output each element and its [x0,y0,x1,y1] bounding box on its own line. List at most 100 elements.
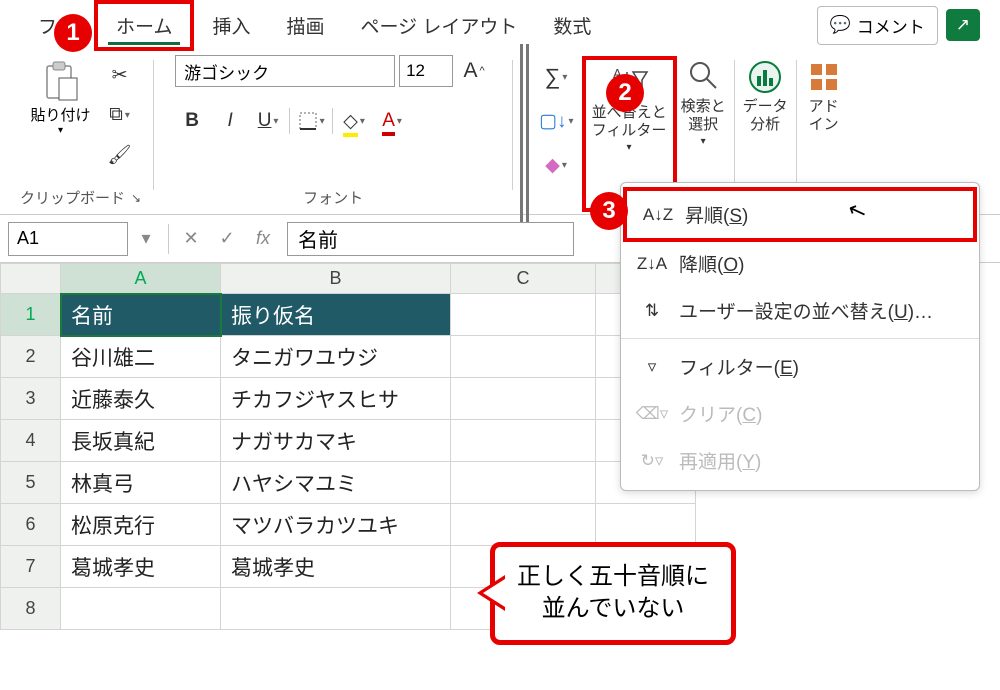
border-button[interactable]: ▾ [294,104,328,138]
cell-B6[interactable]: マツバラカツユキ [221,504,451,546]
row-head-8[interactable]: 8 [1,588,61,630]
cell-A7[interactable]: 葛城孝史 [61,546,221,588]
row-head-5[interactable]: 5 [1,462,61,504]
copy-icon: ⧉ [109,104,123,126]
cell-A4[interactable]: 長坂真紀 [61,420,221,462]
cell-C3[interactable] [451,378,596,420]
row-head-4[interactable]: 4 [1,420,61,462]
menu-pagelayout[interactable]: ページ レイアウト [342,4,535,47]
menu-item[interactable]: A↓Z 昇順(S) [623,187,977,242]
formula-input[interactable] [287,222,574,256]
row-head-3[interactable]: 3 [1,378,61,420]
cell-C4[interactable] [451,420,596,462]
menu-item[interactable]: ⇅ユーザー設定の並べ替え(U)… [621,287,979,334]
enter-button[interactable]: ✓ [209,222,245,256]
clear-button[interactable]: ◆▾ [539,148,573,182]
comment-icon: 💬 [830,15,851,35]
col-head-B[interactable]: B [221,264,451,294]
dialog-launcher-icon[interactable]: ↘ [131,191,141,205]
italic-button[interactable]: I [213,104,247,138]
increase-font-button[interactable]: A^ [457,54,491,88]
format-painter-button[interactable]: 🖌 [103,138,137,172]
menu-draw[interactable]: 描画 [268,4,342,47]
menu-item-icon: A↓Z [645,205,671,225]
font-color-button[interactable]: A ▾ [375,104,409,138]
chart-icon [746,58,784,96]
font-color-icon: A [382,110,395,132]
bucket-icon: ◇ [343,110,358,133]
comments-button[interactable]: 💬 コメント [817,6,938,45]
cell-A8[interactable] [61,588,221,630]
cell-B5[interactable]: ハヤシマユミ [221,462,451,504]
cell-B8[interactable] [221,588,451,630]
clipboard-paste-icon [41,60,81,104]
fill-down-icon: ▢↓ [539,110,566,133]
cell-B4[interactable]: ナガサカマキ [221,420,451,462]
eraser-icon: ◆ [545,154,560,177]
cell-A6[interactable]: 松原克行 [61,504,221,546]
font-name-select[interactable] [175,55,395,87]
cut-button[interactable]: ✂ [103,58,137,92]
font-size-select[interactable] [399,55,453,87]
ribbon-group-clipboard: 貼り付け ▾ ✂ ⧉▾ 🖌 クリップボード ↘ [12,54,149,212]
chevron-down-icon: ▾ [627,142,632,154]
cell-C1[interactable] [451,294,596,336]
cell-A1[interactable]: 名前 [61,294,221,336]
menu-item-icon: ↻▿ [639,451,665,471]
paste-button[interactable]: 貼り付け ▾ [25,54,97,142]
menu-item: ↻▿ 再適用(Y) [621,437,979,484]
menu-item-label: 昇順(S) [685,201,748,228]
autosum-button[interactable]: ∑▾ [539,60,573,94]
annotation-2: 2 [606,74,644,112]
menu-insert[interactable]: 挿入 [194,4,268,47]
addins-icon [805,58,843,96]
menu-item-label: ユーザー設定の並べ替え(U)… [679,297,933,324]
row-head-1[interactable]: 1 [1,294,61,336]
scissors-icon: ✂ [112,64,128,87]
row-head-6[interactable]: 6 [1,504,61,546]
cell-A3[interactable]: 近藤泰久 [61,378,221,420]
menu-item-label: フィルター(E) [679,353,799,380]
cell-A2[interactable]: 谷川雄二 [61,336,221,378]
col-head-C[interactable]: C [451,264,596,294]
menu-item-label: 降順(O) [679,250,744,277]
cell-J6[interactable] [596,504,696,546]
cancel-button[interactable]: ✕ [173,222,209,256]
cell-C2[interactable] [451,336,596,378]
search-icon [686,58,720,96]
underline-button[interactable]: U▾ [251,104,285,138]
cell-B3[interactable]: チカフジヤスヒサ [221,378,451,420]
fill-button[interactable]: ▢↓▾ [539,104,573,138]
menu-item[interactable]: ▿ フィルター(E) [621,343,979,390]
copy-button[interactable]: ⧉▾ [103,98,137,132]
menu-home[interactable]: ホーム [94,0,194,51]
cell-A5[interactable]: 林真弓 [61,462,221,504]
bold-button[interactable]: B [175,104,209,138]
menu-item-icon: ▿ [639,357,665,377]
sigma-icon: ∑ [545,64,561,90]
cell-B2[interactable]: タニガワユウジ [221,336,451,378]
menu-item[interactable]: Z↓A 降順(O) [621,240,979,287]
share-button[interactable]: ↗ [946,9,980,41]
cell-B7[interactable]: 葛城孝史 [221,546,451,588]
brush-icon: 🖌 [107,143,131,167]
fill-color-button[interactable]: ◇ ▾ [337,104,371,138]
cell-C5[interactable] [451,462,596,504]
menu-formulas[interactable]: 数式 [535,4,609,47]
menu-item-label: 再適用(Y) [679,447,761,474]
col-head-A[interactable]: A [61,264,221,294]
menu-item-icon: Z↓A [639,254,665,274]
share-icon: ↗ [956,15,970,34]
select-all-corner[interactable] [1,264,61,294]
row-head-7[interactable]: 7 [1,546,61,588]
annotation-1: 1 [54,14,92,52]
fx-button[interactable]: fx [245,222,281,256]
name-box[interactable] [8,222,128,256]
border-icon [298,111,318,131]
row-head-2[interactable]: 2 [1,336,61,378]
cell-B1[interactable]: 振り仮名 [221,294,451,336]
chevron-down-icon: ▾ [58,125,63,136]
name-box-dropdown[interactable]: ▾ [128,222,164,256]
cell-C6[interactable] [451,504,596,546]
ribbon-group-misc: ∑▾ ▢↓▾ ◆▾ [531,54,581,212]
